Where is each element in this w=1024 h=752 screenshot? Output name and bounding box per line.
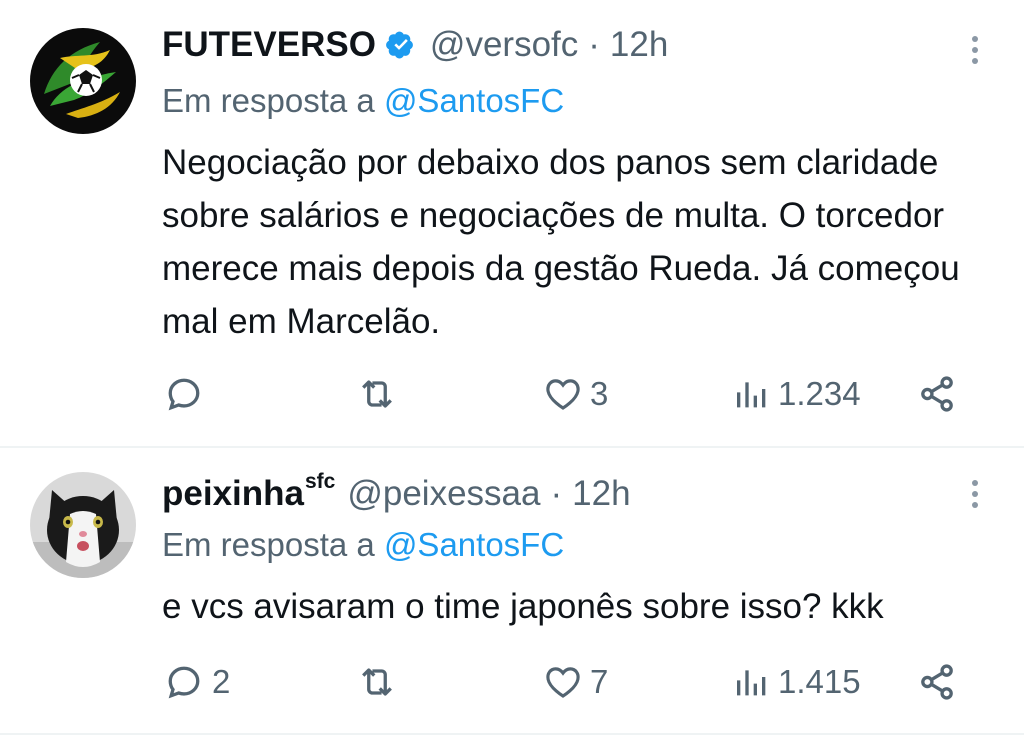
avatar[interactable] <box>30 28 136 134</box>
verified-badge-icon <box>384 28 418 62</box>
handle[interactable]: @versofc <box>430 25 578 65</box>
timestamp[interactable]: 12h <box>572 474 630 514</box>
handle[interactable]: @peixessaa <box>347 474 540 514</box>
reply-icon <box>168 666 200 699</box>
like-button[interactable]: 7 <box>542 658 608 706</box>
avatar[interactable] <box>30 472 136 578</box>
reply-context: Em resposta a @SantosFC <box>162 525 564 565</box>
display-name[interactable]: peixinha <box>162 474 304 514</box>
reply-mention-link[interactable]: @SantosFC <box>384 82 564 119</box>
views-count: 1.415 <box>778 663 861 700</box>
share-button[interactable] <box>916 370 958 418</box>
like-button[interactable]: 3 <box>542 370 608 418</box>
reply-prefix: Em resposta a <box>162 82 375 119</box>
views-button[interactable]: 1.234 <box>732 370 861 418</box>
share-button[interactable] <box>916 658 958 706</box>
reply-button[interactable] <box>162 370 212 418</box>
separator: · <box>550 474 563 513</box>
views-icon <box>737 670 766 696</box>
views-button[interactable]: 1.415 <box>732 658 861 706</box>
cat-avatar-icon <box>30 472 136 578</box>
heart-icon <box>546 379 580 410</box>
retweet-button[interactable] <box>354 370 406 418</box>
heart-icon <box>546 667 580 698</box>
reply-count: 2 <box>212 663 231 700</box>
views-icon <box>737 382 766 408</box>
tweet[interactable]: peixinha sfc @peixessaa · 12h Em resposta… <box>0 447 1024 735</box>
reply-button[interactable]: 2 <box>162 658 230 706</box>
more-options-icon[interactable] <box>970 474 980 514</box>
retweet-icon <box>362 668 392 696</box>
retweet-icon <box>362 380 392 408</box>
reply-prefix: Em resposta a <box>162 526 375 563</box>
retweet-button[interactable] <box>354 658 406 706</box>
action-bar: 3 1.234 <box>0 370 1024 418</box>
display-name[interactable]: FUTEVERSO <box>162 25 376 65</box>
futeverso-logo-icon <box>30 28 136 134</box>
tweet[interactable]: FUTEVERSO @versofc · 12h Em resposta a @… <box>0 0 1024 448</box>
share-icon <box>921 664 953 700</box>
tweet-header: FUTEVERSO @versofc · 12h <box>162 25 668 65</box>
tweet-header: peixinha sfc @peixessaa · 12h <box>162 470 631 514</box>
like-count: 7 <box>590 663 609 700</box>
reply-icon <box>168 378 200 411</box>
more-options-icon[interactable] <box>970 30 980 70</box>
share-icon <box>921 376 953 412</box>
like-count: 3 <box>590 375 609 412</box>
reply-mention-link[interactable]: @SantosFC <box>384 526 564 563</box>
views-count: 1.234 <box>778 375 861 412</box>
tweet-text: e vcs avisaram o time japonês sobre isso… <box>162 587 884 626</box>
reply-context: Em resposta a @SantosFC <box>162 81 564 121</box>
display-name-superscript: sfc <box>304 470 336 493</box>
action-bar: 2 7 1.415 <box>0 658 1024 706</box>
timestamp[interactable]: 12h <box>610 25 668 65</box>
tweet-text: Negociação por debaixo dos panos sem cla… <box>162 143 960 341</box>
separator: · <box>588 25 600 64</box>
